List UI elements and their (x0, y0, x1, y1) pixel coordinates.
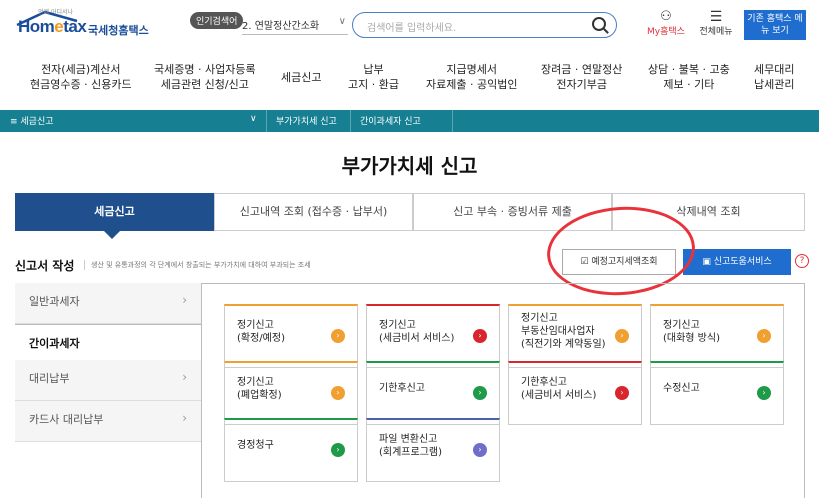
search-icon[interactable] (592, 17, 606, 31)
popular-search-select[interactable]: 2. 연말정산간소화 ∨ (242, 13, 348, 35)
nav-label: 고지 · 환급 (348, 78, 399, 91)
help-icon[interactable]: ? (795, 254, 809, 268)
nav-item-tax-report[interactable]: 세금신고 (281, 70, 321, 85)
book-icon: ▣ (702, 257, 714, 267)
nav-item-consult[interactable]: 상담 · 불복 · 고충제보 · 기타 (648, 62, 730, 92)
arrow-right-icon: › (473, 386, 487, 400)
tab-report-history[interactable]: 신고내역 조회 (접수증 · 납부서) (214, 193, 413, 231)
nav-label: 납세관리 (754, 78, 795, 91)
nav-label: 국세증명 · 사업자등록 (154, 63, 256, 76)
breadcrumb-item-simplified[interactable]: 간이과세자 신고 (360, 114, 421, 127)
nav-label: 자료제출 · 공익법인 (426, 78, 518, 91)
card-correction-claim[interactable]: 경정청구 › (224, 418, 358, 482)
side-item-label: 대리납부 (29, 372, 70, 385)
breadcrumb-divider (350, 110, 351, 132)
side-item-label: 간이과세자 (29, 337, 80, 350)
nav-item-payment[interactable]: 납부고지 · 환급 (348, 62, 399, 92)
search-input[interactable]: 검색어를 입력하세요. (352, 12, 617, 38)
card-regular-report-interactive[interactable]: 정기신고 (대화형 방식) › (650, 304, 784, 368)
report-help-label: 신고도움서비스 (713, 257, 772, 267)
arrow-right-icon: › (757, 329, 771, 343)
card-regular-report-lease[interactable]: 정기신고 부동산임대사업자 (직전기와 계약동일) › (508, 304, 642, 368)
nav-item-invoice[interactable]: 전자(세금)계산서현금영수증 · 신용카드 (30, 62, 132, 92)
logo[interactable]: Hometax (18, 17, 87, 37)
arrow-right-icon: › (331, 329, 345, 343)
logo-tagline: 언제 어디서나 (38, 9, 74, 16)
arrow-right-icon: › (331, 443, 345, 457)
chevron-right-icon: › (182, 411, 187, 425)
card-regular-report-closure[interactable]: 정기신고 (폐업확정) › (224, 361, 358, 425)
card-regular-report-secretary[interactable]: 정기신고 (세금비서 서비스) › (366, 304, 500, 368)
user-icon: ⚇ (660, 9, 672, 24)
breadcrumb-menu[interactable]: ≡ 세금신고 (10, 114, 54, 127)
hamburger-icon: ☰ (709, 9, 723, 25)
nav-label: 현금영수증 · 신용카드 (30, 78, 132, 91)
arrow-right-icon: › (615, 386, 629, 400)
breadcrumb: ≡ 세금신고 ∨ 부가가치세 신고 간이과세자 신고 (0, 110, 819, 132)
chevron-down-icon[interactable]: ∨ (250, 114, 257, 124)
side-item-card-proxy[interactable]: 카드사 대리납부 › (15, 401, 201, 442)
all-menu-button[interactable]: ☰ 전체메뉴 (697, 10, 735, 37)
side-item-label: 카드사 대리납부 (29, 413, 104, 426)
card-amended-report[interactable]: 수정신고 › (650, 361, 784, 425)
all-menu-label: 전체메뉴 (699, 27, 733, 37)
chevron-down-icon: ∨ (338, 16, 346, 27)
arrow-right-icon: › (473, 329, 487, 343)
nav-item-tax-agent[interactable]: 세무대리납세관리 (754, 62, 794, 92)
active-tab-indicator (104, 231, 120, 239)
arrow-right-icon: › (615, 329, 629, 343)
side-item-general[interactable]: 일반과세자 › (15, 283, 201, 324)
side-item-proxy[interactable]: 대리납부 › (15, 360, 201, 401)
tab-tax-report[interactable]: 세금신고 (15, 193, 214, 231)
breadcrumb-divider (266, 110, 267, 132)
popular-search-badge: 인기검색어 (190, 12, 244, 29)
logo-part: Hom (18, 17, 55, 36)
card-late-report-secretary[interactable]: 기한후신고 (세금비서 서비스) › (508, 361, 642, 425)
card-late-report[interactable]: 기한후신고 › (366, 361, 500, 425)
nav-label: 제보 · 기타 (663, 78, 715, 91)
nav-item-certificate[interactable]: 국세증명 · 사업자등록세금관련 신청/신고 (154, 62, 256, 92)
page-title: 부가가치세 신고 (341, 154, 478, 178)
arrow-right-icon: › (331, 386, 345, 400)
card-file-conversion[interactable]: 파일 변환신고 (회계프로그램) › (366, 418, 500, 482)
section-description: 생산 및 유통과정의 각 단계에서 창출되는 부가가치에 대하여 부과되는 조세 (84, 260, 311, 270)
nav-label: 세금신고 (281, 71, 322, 84)
previous-menu-button[interactable]: 기존 홈택스 메뉴 보기 (744, 10, 806, 40)
nav-label: 지급명세서 (446, 63, 498, 76)
breadcrumb-item-vat[interactable]: 부가가치세 신고 (276, 114, 337, 127)
card-regular-report[interactable]: 정기신고 (확정/예정) › (224, 304, 358, 368)
nav-label: 상담 · 불복 · 고충 (648, 63, 730, 76)
report-help-button[interactable]: ▣ 신고도움서비스 (683, 249, 791, 275)
side-item-label: 일반과세자 (29, 295, 80, 308)
section-title: 신고서 작성 (15, 259, 75, 273)
nav-label: 세금관련 신청/신고 (160, 78, 249, 91)
arrow-right-icon: › (473, 443, 487, 457)
nav-label: 납부 (363, 63, 384, 76)
nav-label: 세무대리 (754, 63, 795, 76)
chevron-right-icon: › (182, 293, 187, 307)
logo-korean: 국세청홈택스 (88, 24, 149, 37)
nav-label: 전자(세금)계산서 (41, 63, 121, 76)
side-item-simplified[interactable]: 간이과세자 (15, 324, 201, 365)
nav-label: 장려금 · 연말정산 (541, 63, 623, 76)
nav-label: 전자기부금 (556, 78, 607, 91)
card-label: 정기신고 (521, 313, 558, 324)
breadcrumb-divider (452, 110, 453, 132)
popular-search-value: 2. 연말정산간소화 (242, 21, 320, 32)
nav-item-payment-statement[interactable]: 지급명세서자료제출 · 공익법인 (426, 62, 517, 92)
logo-part: tax (63, 17, 87, 36)
search-placeholder: 검색어를 입력하세요. (367, 23, 457, 34)
logo-part-e: e (54, 17, 64, 36)
nav-item-incentive[interactable]: 장려금 · 연말정산전자기부금 (541, 62, 622, 92)
mytax-label: My홈택스 (647, 27, 685, 37)
chevron-right-icon: › (182, 370, 187, 384)
arrow-right-icon: › (757, 386, 771, 400)
mytax-button[interactable]: ⚇ My홈택스 (646, 9, 686, 38)
